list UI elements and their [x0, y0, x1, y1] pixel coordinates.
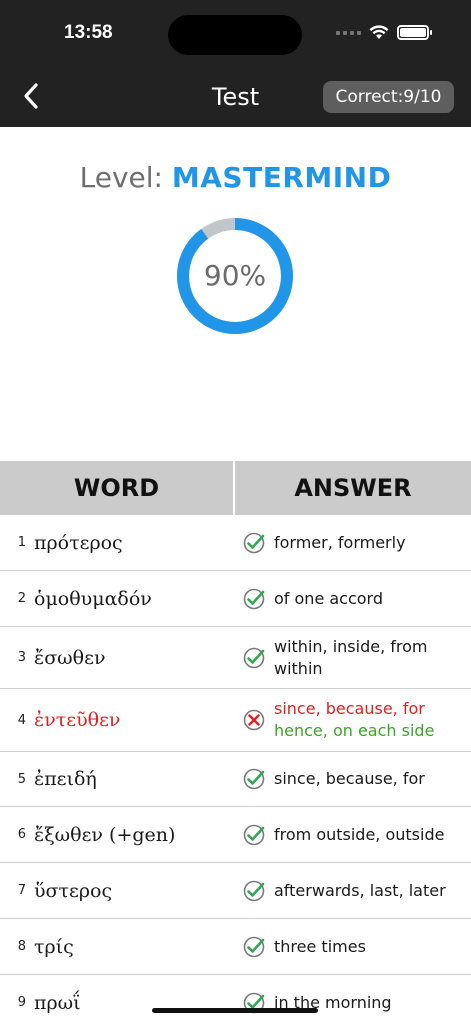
- column-header-word: WORD: [0, 461, 235, 515]
- answer-cell: since, because, for: [235, 768, 471, 790]
- row-word: τρίς: [34, 935, 74, 958]
- answer-cell: afterwards, last, later: [235, 880, 471, 902]
- row-number: 7: [17, 883, 26, 898]
- battery-icon: [397, 25, 432, 40]
- answer-text: since, because, for: [274, 769, 425, 788]
- check-circle-icon: [243, 768, 265, 790]
- home-indicator: [152, 1008, 318, 1013]
- table-header: WORD ANSWER: [0, 461, 471, 515]
- table-row: 9 πρωΐ in the morning: [0, 975, 471, 1024]
- check-circle-icon: [243, 532, 265, 553]
- check-circle-icon: [243, 647, 265, 668]
- answer-text: from outside, outside: [274, 824, 445, 844]
- row-word: ἔξωθεν (+gen): [34, 823, 176, 846]
- row-number: 8: [17, 939, 26, 954]
- answer-text: since, because, for hence, on each side: [274, 698, 434, 742]
- row-number: 6: [17, 827, 26, 842]
- row-word: ἐπειδή: [34, 768, 97, 790]
- check-circle-icon: [243, 588, 265, 609]
- table-row: 4 ἐντεῦθεν since, because, for hence, on ea…: [0, 689, 471, 752]
- status-time: 13:58: [64, 22, 113, 43]
- answer-text: of one accord: [274, 588, 384, 608]
- row-number: 2: [17, 591, 26, 606]
- row-word: ὕστερος: [34, 879, 113, 902]
- answer-cell: former, formerly: [235, 532, 471, 554]
- level-label: Level:: [79, 161, 163, 194]
- results-table: WORD ANSWER 1 πρότερος former, formerly 2 ὁμ…: [0, 461, 471, 1024]
- column-header-answer: ANSWER: [294, 474, 412, 502]
- table-row: 1 πρότερος former, formerly: [0, 515, 471, 571]
- row-number: 4: [17, 712, 26, 728]
- correct-count-badge: Correct:9/10: [323, 81, 454, 113]
- answer-text: three times: [274, 936, 366, 956]
- row-word: ὁμοθυμαδόν: [34, 587, 152, 610]
- answer-cell: three times: [235, 936, 471, 958]
- check-circle-icon: [243, 880, 265, 901]
- row-word: ἐντεῦθεν: [34, 709, 121, 731]
- check-circle-icon: [243, 824, 265, 845]
- top-bar: 13:58 Test Correct:9/10: [0, 0, 471, 127]
- answer-cell: from outside, outside: [235, 824, 471, 846]
- answer-text: within, inside, from within: [274, 636, 428, 678]
- table-body: 1 πρότερος former, formerly 2 ὁμοθυμαδόν of o…: [0, 515, 471, 1024]
- check-circle-icon: [243, 936, 265, 957]
- row-number: 9: [17, 995, 26, 1010]
- answer-cell: within, inside, from within: [235, 636, 471, 680]
- status-icons: [336, 25, 432, 40]
- row-word: ἔσωθεν: [34, 646, 106, 669]
- row-number: 5: [17, 771, 26, 787]
- progress-percent: 90%: [203, 259, 267, 292]
- row-word: πρότερος: [34, 531, 123, 554]
- wifi-icon: [369, 25, 389, 39]
- answer-cell: since, because, for hence, on each side: [235, 698, 471, 742]
- level-value: MASTERMIND: [171, 161, 392, 194]
- answer-text: former, formerly: [274, 532, 406, 552]
- cellular-signal-icon: [336, 30, 361, 35]
- table-row: 5 ἐπειδή since, because, for: [0, 752, 471, 807]
- table-row: 2 ὁμοθυμαδόν of one accord: [0, 571, 471, 627]
- cross-circle-icon: [243, 709, 265, 731]
- table-row: 3 ἔσωθεν within, inside, from within: [0, 627, 471, 689]
- table-row: 7 ὕστερος afterwards, last, later: [0, 863, 471, 919]
- table-row: 8 τρίς three times: [0, 919, 471, 975]
- answer-text: afterwards, last, later: [274, 880, 446, 900]
- table-row: 6 ἔξωθεν (+gen) from outside, outside: [0, 807, 471, 863]
- answer-cell: of one accord: [235, 588, 471, 610]
- level-heading: Level: MASTERMIND: [0, 161, 471, 194]
- dynamic-island: [168, 15, 302, 55]
- given-answer: since, because, for: [274, 699, 425, 718]
- row-number: 1: [17, 535, 26, 550]
- expected-answer: hence, on each side: [274, 721, 435, 740]
- row-number: 3: [17, 650, 26, 665]
